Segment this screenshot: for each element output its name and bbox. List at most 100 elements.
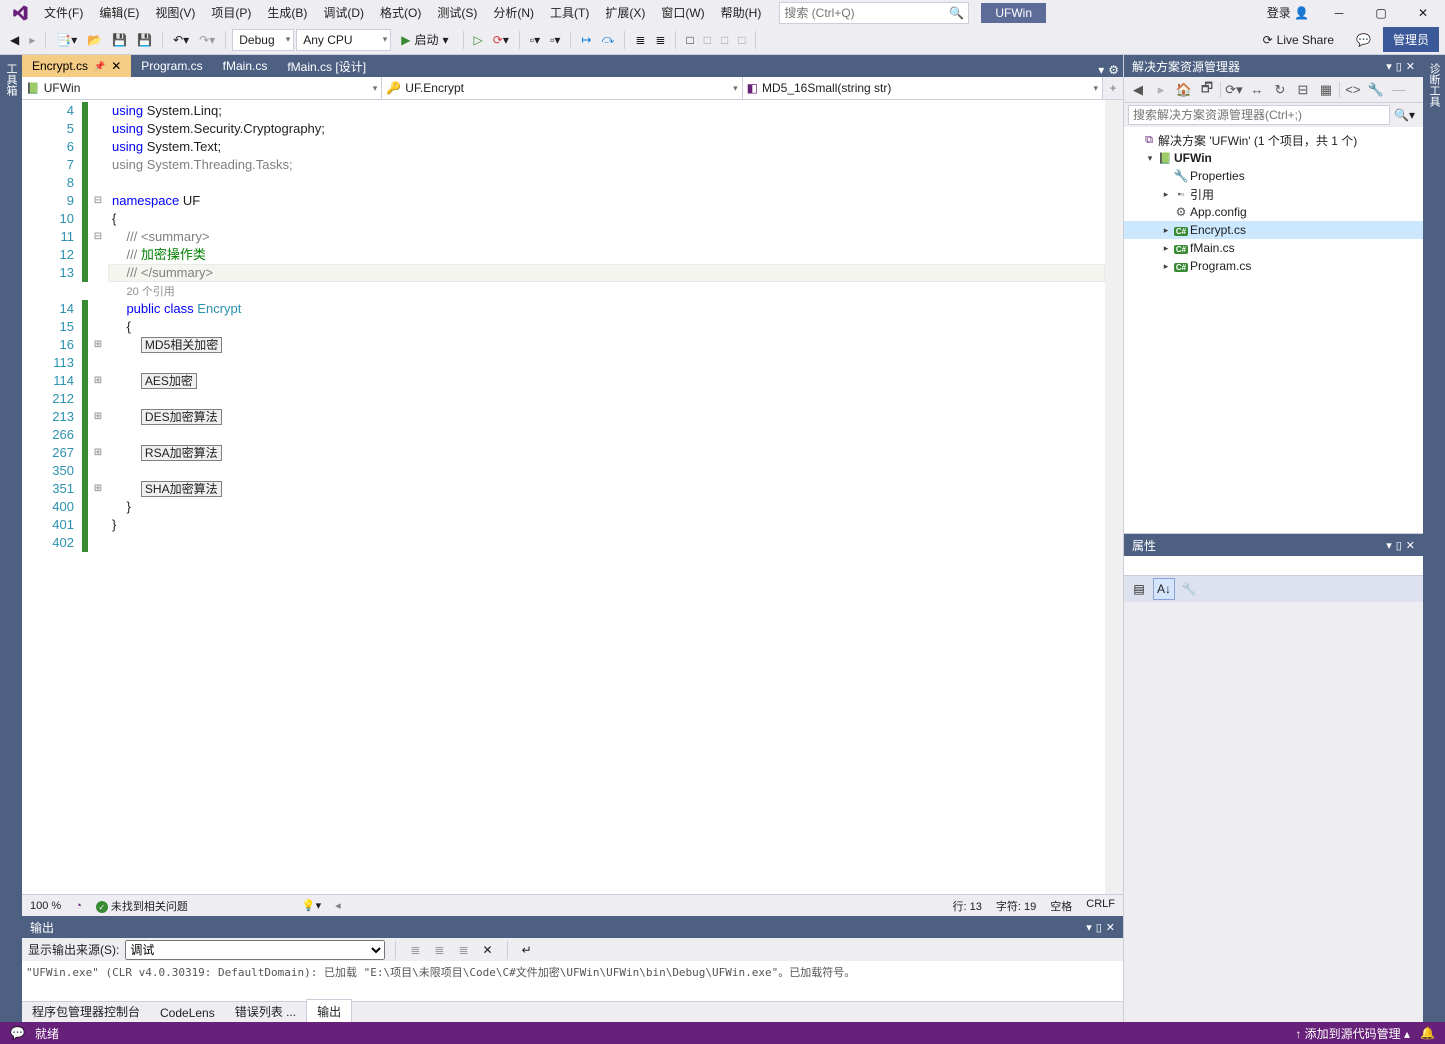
menu-tools[interactable]: 工具(T) [542,1,597,24]
platform-dropdown[interactable]: Any CPU [296,29,391,51]
tree-root[interactable]: ⧉解决方案 'UFWin' (1 个项目，共 1 个) [1124,131,1423,149]
output-next-icon[interactable]: ≣ [454,938,472,962]
login-button[interactable]: 登录 👤 [1261,1,1315,24]
menu-view[interactable]: 视图(V) [147,1,203,24]
bookmark-icon[interactable]: □ [717,28,732,52]
tab-program[interactable]: Program.cs [131,55,212,77]
back-icon[interactable]: ◀ [1128,80,1148,100]
menu-window[interactable]: 窗口(W) [653,1,712,24]
step-over-icon[interactable]: ⤼ [597,28,618,52]
live-share-button[interactable]: ⟳ Live Share [1263,33,1334,47]
forward-button[interactable]: ▸ [25,28,39,52]
menu-test[interactable]: 测试(S) [429,1,485,24]
properties-icon[interactable]: 🔧 [1366,80,1386,100]
tab-overflow-icon[interactable]: ▾ [1098,63,1104,77]
back-button[interactable]: ◀ [6,28,23,52]
feedback-icon[interactable]: 💬 [1352,28,1375,52]
pin-icon[interactable]: ▯ [1396,60,1402,73]
redo-button[interactable]: ↷▾ [195,28,219,52]
output-icon[interactable]: 💬 [10,1026,25,1040]
switch-view-icon[interactable]: 🗗 [1197,80,1217,100]
config-dropdown[interactable]: Debug [232,29,294,51]
menu-analyze[interactable]: 分析(N) [485,1,542,24]
dropdown-icon[interactable]: ▾ [1386,60,1392,73]
solution-search-input[interactable] [1128,105,1390,125]
menu-build[interactable]: 生成(B) [259,1,315,24]
toolbar-icon-2[interactable]: ▫▾ [546,28,564,52]
properties-grid[interactable] [1124,602,1423,1023]
insert-mode[interactable]: 空格 [1050,898,1072,914]
tree-item[interactable]: 🔧Properties [1124,167,1423,185]
tree-item[interactable]: ▾📗UFWin [1124,149,1423,167]
nav-add-button[interactable]: + [1103,77,1123,99]
alphabetical-icon[interactable]: A↓ [1153,578,1175,600]
dropdown-icon[interactable]: ▾ [1386,539,1392,552]
tree-item[interactable]: ▸Program.cs [1124,257,1423,275]
menu-project[interactable]: 项目(P) [203,1,259,24]
categorize-icon[interactable]: ▤ [1128,578,1150,600]
source-control-button[interactable]: ↑ 添加到源代码管理 ▴ [1295,1025,1410,1042]
maximize-button[interactable]: ▢ [1363,0,1399,25]
menu-format[interactable]: 格式(O) [372,1,429,24]
preview-icon[interactable]: — [1389,80,1409,100]
quick-search-input[interactable] [784,6,949,20]
home-icon[interactable]: 🏠 [1174,80,1194,100]
tab-settings-icon[interactable]: ⚙ [1108,63,1119,77]
pin-icon[interactable]: ▯ [1396,539,1402,552]
save-all-button[interactable]: 💾 [133,28,156,52]
output-goto-icon[interactable]: ≣ [406,938,424,962]
bookmark2-icon[interactable]: □ [734,28,749,52]
minimize-button[interactable]: ─ [1321,0,1357,25]
outdent-icon[interactable]: ≣ [651,28,669,52]
new-project-button[interactable]: 📑▾ [52,28,81,52]
indent-icon[interactable]: ≣ [631,28,649,52]
tree-item[interactable]: ⚙App.config [1124,203,1423,221]
close-button[interactable]: ✕ [1405,0,1441,25]
fold-column[interactable]: ⊟⊟⊞⊞⊞⊞⊞ [88,100,108,894]
tree-item[interactable]: ▸▪▫引用 [1124,185,1423,203]
encoding[interactable]: CRLF [1086,898,1115,914]
diagnostics-tab[interactable]: 诊断工具 [1423,55,1445,1023]
output-clear-icon[interactable]: ✕ [479,938,497,962]
zoom-level[interactable]: 100 % [30,900,61,912]
nav-member-dropdown[interactable]: ◧MD5_16Small(string str) [743,77,1103,99]
tab-fmain[interactable]: fMain.cs [213,55,278,77]
collapse-icon[interactable]: ⊟ [1293,80,1313,100]
pin-icon[interactable]: ▯ [1096,921,1102,934]
output-source-select[interactable]: 调试 [125,940,385,960]
quick-search[interactable]: 🔍 [779,2,969,24]
close-icon[interactable]: ✕ [1406,539,1415,552]
solution-search[interactable]: 🔍▾ [1124,103,1423,127]
menu-extensions[interactable]: 扩展(X) [597,1,653,24]
output-text[interactable]: "UFWin.exe" (CLR v4.0.30319: DefaultDoma… [22,962,1123,1001]
filter-icon[interactable]: ↔ [1247,80,1267,100]
sync-icon[interactable]: ⟳▾ [1224,80,1244,100]
start-nodebug-button[interactable]: ▷ [470,28,487,52]
notification-icon[interactable]: 🔔 [1420,1026,1435,1040]
open-button[interactable]: 📂 [83,28,106,52]
code-editor[interactable]: 4567891011121314151611311421221326626735… [22,100,1123,894]
menu-edit[interactable]: 编辑(E) [91,1,147,24]
comment-icon[interactable]: □ [682,28,697,52]
wrench-icon[interactable]: 🔧 [1178,578,1200,600]
code-content[interactable]: using System.Linq;using System.Security.… [108,100,1105,894]
step-icon[interactable]: ↦ [577,28,595,52]
tree-item[interactable]: ▸Encrypt.cs [1124,221,1423,239]
line-indicator[interactable]: 行: 13 [953,898,982,914]
tab-encrypt[interactable]: Encrypt.cs📌✕ [22,55,131,77]
menu-file[interactable]: 文件(F) [36,1,91,24]
col-indicator[interactable]: 字符: 19 [996,898,1036,914]
output-dropdown-icon[interactable]: ▾ [1086,921,1092,934]
menu-help[interactable]: 帮助(H) [713,1,770,24]
toolbar-icon-1[interactable]: ▫▾ [526,28,544,52]
nav-project-dropdown[interactable]: 📗UFWin [22,77,382,99]
tab-fmain-design[interactable]: fMain.cs [设计] [277,55,376,77]
hot-reload-button[interactable]: ⟳▾ [489,28,513,52]
solution-tree[interactable]: ⧉解决方案 'UFWin' (1 个项目，共 1 个)▾📗UFWin🔧Prope… [1124,127,1423,533]
close-icon[interactable]: ✕ [1406,60,1415,73]
btab-output[interactable]: 输出 [306,999,352,1023]
close-icon[interactable]: ✕ [111,59,121,73]
output-wrap-icon[interactable]: ↵ [518,938,536,962]
start-debug-button[interactable]: ▶启动 ▾ [393,29,456,50]
pin-icon[interactable]: 📌 [94,61,105,72]
